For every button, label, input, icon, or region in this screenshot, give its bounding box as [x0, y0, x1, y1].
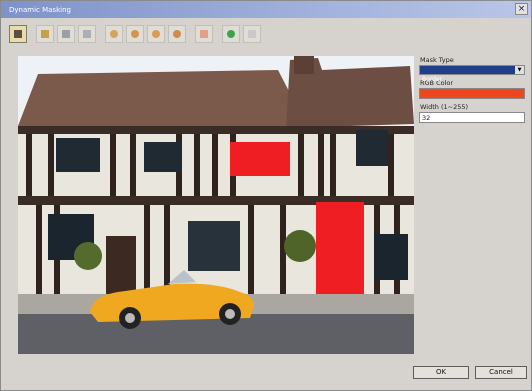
width-label: Width (1~255) — [420, 103, 469, 111]
mask-type-value: Border — [422, 76, 443, 83]
house-photo — [18, 56, 414, 354]
road — [18, 314, 414, 354]
reset-icon[interactable] — [195, 25, 213, 43]
mask-region-upper — [230, 142, 290, 176]
window — [374, 234, 408, 280]
brush-add-icon[interactable] — [105, 25, 123, 43]
ok-button[interactable]: OK — [413, 366, 469, 379]
plant — [74, 242, 102, 270]
left-roof — [18, 70, 308, 128]
window — [56, 138, 100, 172]
brush-edit-icon[interactable] — [168, 25, 186, 43]
mask-type-select[interactable]: Border ▼ — [419, 65, 525, 83]
brush-remove-icon[interactable] — [126, 25, 144, 43]
rectangle-mask-icon[interactable] — [36, 25, 54, 43]
window — [356, 130, 388, 166]
cancel-button[interactable]: Cancel — [475, 366, 527, 379]
info-icon[interactable] — [243, 25, 261, 43]
window — [188, 221, 240, 271]
mask-region-lower — [316, 202, 364, 296]
mask-type-label: Mask Type — [420, 56, 454, 64]
chimney — [294, 56, 314, 74]
window — [144, 142, 182, 172]
eraser-icon[interactable] — [78, 25, 96, 43]
image-preview[interactable] — [18, 56, 414, 354]
title-bar: Dynamic Masking × — [1, 1, 531, 18]
width-input[interactable]: 32 — [419, 112, 525, 123]
toolbar — [9, 22, 264, 46]
close-icon[interactable]: × — [515, 3, 528, 15]
dynamic-masking-window: Dynamic Masking × Mask Type Border ▼ RGB… — [0, 0, 532, 391]
plant — [284, 230, 316, 262]
layers-icon[interactable] — [57, 25, 75, 43]
refresh-icon[interactable] — [222, 25, 240, 43]
mask-settings-panel: Mask Type Border ▼ RGB Color Width (1~25… — [419, 56, 527, 123]
grid-select-icon[interactable] — [9, 25, 27, 43]
door — [106, 236, 136, 296]
rgb-color-swatch[interactable] — [419, 88, 525, 99]
window-title: Dynamic Masking — [9, 5, 71, 14]
chevron-down-icon[interactable]: ▼ — [515, 66, 524, 74]
brush-soft-icon[interactable] — [147, 25, 165, 43]
